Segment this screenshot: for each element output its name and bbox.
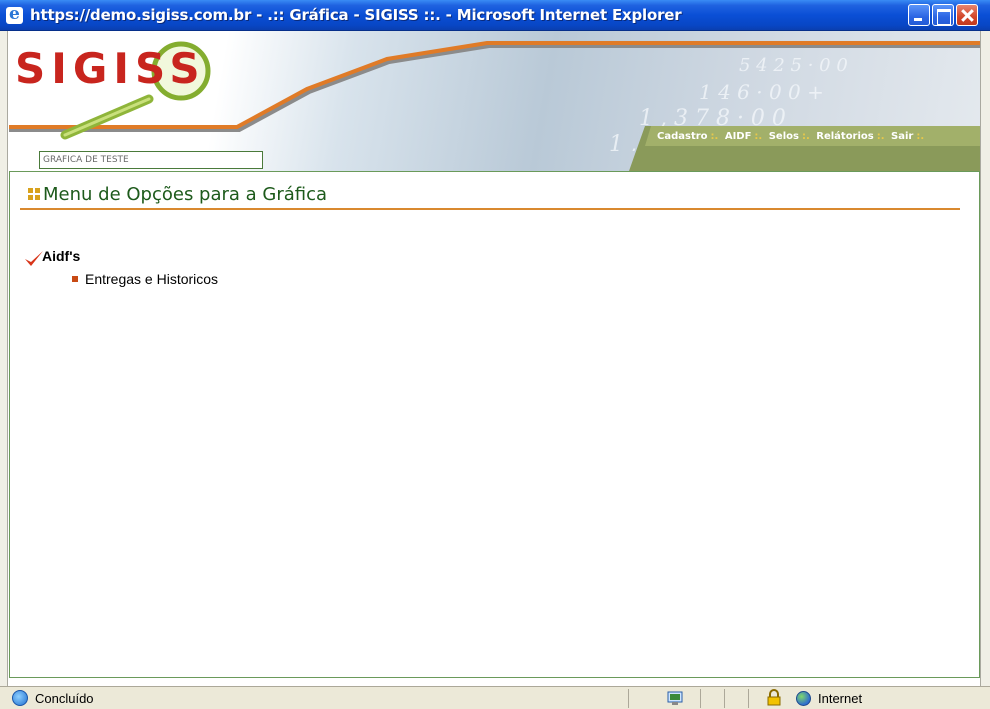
nav-cadastro[interactable]: Cadastro [657, 131, 708, 142]
status-divider [748, 689, 749, 708]
nav-selos[interactable]: Selos [769, 131, 799, 142]
nav-separator: :. [876, 131, 885, 142]
status-divider [700, 689, 701, 708]
window-frame-right [980, 31, 990, 686]
internet-zone-icon [796, 691, 811, 706]
main-content: Menu de Opções para a Gráfica Aidf's Ent… [9, 171, 980, 678]
maximize-button[interactable] [932, 4, 954, 26]
nav-separator: :. [916, 131, 925, 142]
window-title: https://demo.sigiss.com.br - .:: Gráfica… [30, 6, 682, 24]
grid-icon [28, 188, 40, 200]
bullet-icon [72, 276, 78, 282]
top-navigation: Cadastro:. AIDF:. Selos:. Relátorios:. S… [629, 126, 980, 171]
menu-group-title: Aidf's [42, 248, 81, 264]
nav-links: Cadastro:. AIDF:. Selos:. Relátorios:. S… [657, 131, 927, 142]
status-text: Concluído [35, 691, 94, 706]
internet-explorer-icon [6, 4, 23, 24]
page-status-icon [12, 690, 28, 706]
menu-item-entregas-historicos[interactable]: Entregas e Historicos [85, 271, 218, 287]
nav-separator: :. [710, 131, 719, 142]
page-title: Menu de Opções para a Gráfica [28, 184, 327, 205]
lock-icon [767, 689, 781, 706]
nav-separator: :. [801, 131, 810, 142]
window-frame-left [0, 31, 8, 686]
entity-name-field: GRAFICA DE TESTE [39, 151, 263, 169]
network-icon [667, 691, 683, 705]
status-bar: Concluído Internet [0, 686, 990, 709]
page-title-text: Menu de Opções para a Gráfica [43, 184, 328, 205]
close-button[interactable] [956, 4, 978, 26]
security-zone-text: Internet [818, 691, 863, 706]
nav-aidf[interactable]: AIDF [725, 131, 752, 142]
nav-separator: :. [754, 131, 763, 142]
nav-sair[interactable]: Sair [891, 131, 913, 142]
title-divider [20, 208, 960, 210]
nav-relatorios[interactable]: Relátorios [816, 131, 874, 142]
logo-text-label: SIGISS [15, 44, 206, 93]
minimize-button[interactable] [908, 4, 930, 26]
checkmark-icon [25, 251, 43, 266]
window-title-bar: https://demo.sigiss.com.br - .:: Gráfica… [0, 0, 990, 31]
logo-text: SIGISS [15, 44, 206, 93]
status-divider [724, 689, 725, 708]
status-divider [628, 689, 629, 708]
header-banner: 5 4 2 5 · 0 0 1 4 6 · 0 0 + 1 , 3 7 8 · … [9, 31, 980, 171]
